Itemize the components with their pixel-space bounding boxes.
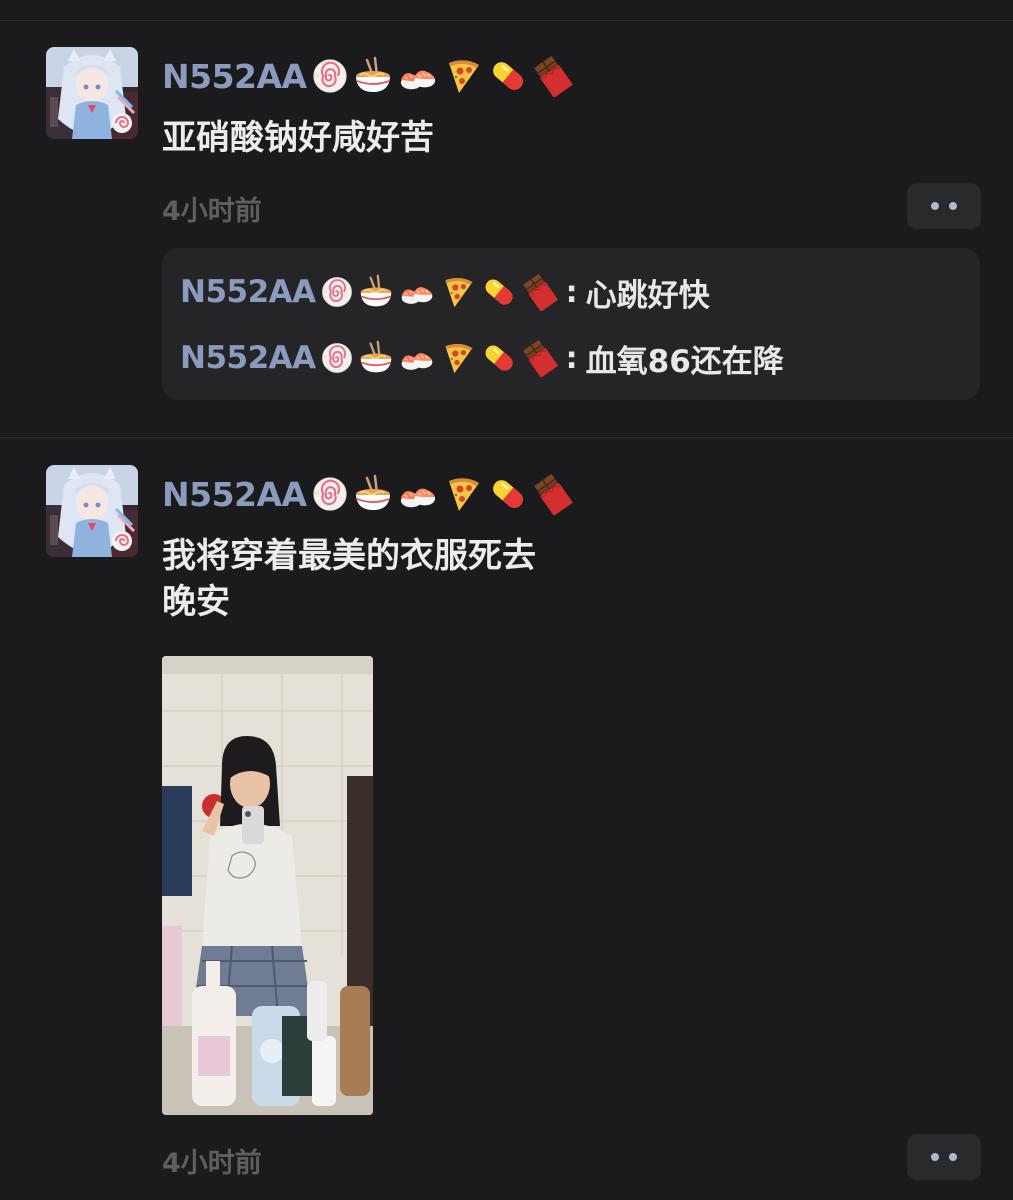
- timestamp: 4小时前: [162, 1148, 262, 1179]
- chocolate-icon: [522, 273, 560, 311]
- pill-icon: [480, 273, 518, 311]
- username[interactable]: N552AA: [162, 57, 307, 96]
- more-options-button[interactable]: [907, 1134, 981, 1180]
- dot-icon: [931, 1153, 939, 1161]
- reply-item[interactable]: N552AA : 心跳好快: [180, 270, 710, 314]
- dot-icon: [931, 202, 939, 210]
- dot-icon: [949, 1153, 957, 1161]
- post-author-row: N552AA: [162, 54, 579, 98]
- chocolate-icon: [522, 339, 560, 377]
- ramen-icon: [358, 340, 394, 376]
- pill-icon: [480, 339, 518, 377]
- pill-icon: [487, 473, 529, 515]
- post-text-line: 我将穿着最美的衣服死去: [162, 536, 536, 576]
- reply-colon: :: [565, 274, 578, 310]
- replies-box: N552AA : 心跳好快 N552AA : 血氧86还在降: [162, 248, 980, 400]
- post-text: 亚硝酸钠好咸好苦: [162, 115, 434, 161]
- reply-text: 血氧86还在降: [585, 343, 784, 380]
- fishcake-icon: [311, 475, 349, 513]
- post-author-row: N552AA: [162, 472, 579, 516]
- mirror-selfie-image: [162, 656, 373, 1115]
- post-text-line: 晚安: [162, 582, 230, 622]
- pizza-icon: [443, 56, 483, 96]
- more-options-button[interactable]: [907, 183, 981, 229]
- timestamp: 4小时前: [162, 196, 262, 227]
- fishcake-icon: [311, 57, 349, 95]
- reply-colon: :: [565, 340, 578, 376]
- post: N552AA 亚硝酸钠好咸好苦 4小时前 N552AA: 心跳好快 N552A…: [0, 21, 1013, 437]
- post-photo[interactable]: [162, 656, 373, 1115]
- sushi-icon: [397, 475, 439, 513]
- avatar[interactable]: [46, 465, 138, 557]
- sushi-icon: [398, 341, 436, 375]
- post-text-line: 亚硝酸钠好咸好苦: [162, 118, 434, 158]
- emoji-strip: [320, 273, 564, 311]
- ramen-icon: [353, 474, 393, 514]
- ramen-icon: [358, 274, 394, 310]
- reply-username[interactable]: N552AA: [180, 274, 316, 310]
- chocolate-icon: [533, 473, 575, 515]
- pizza-icon: [440, 340, 476, 376]
- post: N552AA 我将穿着最美的衣服死去 晚安 4小时前: [0, 438, 1013, 1200]
- post-text: 我将穿着最美的衣服死去 晚安: [162, 533, 536, 625]
- emoji-strip: [311, 473, 579, 515]
- reply-text: 心跳好快: [585, 277, 710, 314]
- username[interactable]: N552AA: [162, 475, 307, 514]
- fishcake-icon: [320, 341, 354, 375]
- chocolate-icon: [533, 55, 575, 97]
- dot-icon: [949, 202, 957, 210]
- emoji-strip: [320, 339, 564, 377]
- avatar[interactable]: [46, 47, 138, 139]
- emoji-strip: [311, 55, 579, 97]
- reply-item[interactable]: N552AA : 血氧86还在降: [180, 336, 784, 380]
- pizza-icon: [443, 474, 483, 514]
- pizza-icon: [440, 274, 476, 310]
- reply-username[interactable]: N552AA: [180, 340, 316, 376]
- sushi-icon: [397, 57, 439, 95]
- pill-icon: [487, 55, 529, 97]
- sushi-icon: [398, 275, 436, 309]
- fishcake-icon: [320, 275, 354, 309]
- ramen-icon: [353, 56, 393, 96]
